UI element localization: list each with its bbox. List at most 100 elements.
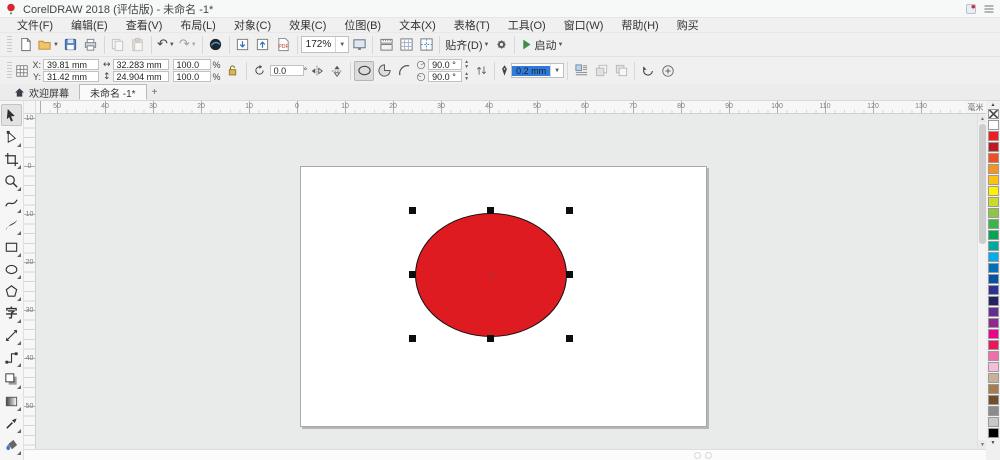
launch-button[interactable]: 启动 ▼ xyxy=(518,35,565,55)
menu-item[interactable]: 窗口(W) xyxy=(555,17,613,33)
drop-shadow-tool[interactable] xyxy=(1,368,22,390)
color-swatch[interactable] xyxy=(987,274,999,284)
rectangle-tool[interactable] xyxy=(1,236,22,258)
color-swatch[interactable] xyxy=(987,406,999,416)
export-button[interactable] xyxy=(253,35,273,55)
options-button[interactable] xyxy=(491,35,511,55)
snap-to-button[interactable]: 贴齐(D) ▼ xyxy=(443,35,491,55)
new-tab-button[interactable]: + xyxy=(147,84,163,100)
color-swatch[interactable] xyxy=(987,241,999,251)
arc-mode-button[interactable] xyxy=(394,61,414,81)
color-swatch[interactable] xyxy=(987,307,999,317)
menu-item[interactable]: 帮助(H) xyxy=(612,17,667,33)
lock-ratio-button[interactable] xyxy=(223,61,243,81)
scrollbar-thumb[interactable] xyxy=(979,124,986,244)
convert-to-curves-button[interactable] xyxy=(638,61,658,81)
toolbar-grip[interactable] xyxy=(7,35,12,54)
to-front-button[interactable] xyxy=(591,61,611,81)
menu-item[interactable]: 查看(V) xyxy=(117,17,172,33)
color-swatch[interactable] xyxy=(987,153,999,163)
drawing-canvas[interactable]: × xyxy=(36,114,977,449)
titlebar-badge-icon[interactable] xyxy=(965,3,977,15)
tab-welcome-screen[interactable]: 欢迎屏幕 xyxy=(4,84,79,100)
outline-width-combo[interactable]: 0.2 mm ▼ xyxy=(511,63,565,78)
freehand-tool[interactable] xyxy=(1,192,22,214)
menu-item[interactable]: 效果(C) xyxy=(280,17,335,33)
undo-dropdown-caret[interactable]: ▼ xyxy=(169,42,175,48)
new-document-button[interactable] xyxy=(15,35,35,55)
end-angle-spinner[interactable]: ▲ ▼ xyxy=(464,71,469,82)
width-field[interactable]: 32.283 mm xyxy=(112,59,169,70)
color-swatch[interactable] xyxy=(987,252,999,262)
import-button[interactable] xyxy=(233,35,253,55)
pick-tool[interactable] xyxy=(1,104,22,126)
transparency-tool[interactable] xyxy=(1,390,22,412)
to-back-button[interactable] xyxy=(611,61,631,81)
y-position-field[interactable]: 31.42 mm xyxy=(43,71,99,82)
show-grid-button[interactable] xyxy=(396,35,416,55)
vertical-ruler[interactable]: 10 0 10 20 30 40 50 xyxy=(24,114,36,449)
outline-width-caret[interactable]: ▼ xyxy=(550,64,563,77)
object-center-marker[interactable]: × xyxy=(487,271,496,280)
zoom-dropdown-caret[interactable]: ▼ xyxy=(335,37,348,52)
horizontal-ruler[interactable]: 50 40 30 20 10 0 10 20 30 40 50 60 70 80 90 100 110 120 13… xyxy=(36,101,965,114)
selection-handle-ne[interactable] xyxy=(566,207,573,214)
color-swatch[interactable] xyxy=(987,351,999,361)
crop-tool[interactable] xyxy=(1,148,22,170)
mirror-horizontal-button[interactable] xyxy=(307,61,327,81)
color-swatch[interactable] xyxy=(987,384,999,394)
ellipse-mode-button[interactable] xyxy=(354,60,375,81)
search-content-button[interactable] xyxy=(206,35,226,55)
palette-scroll-up[interactable]: ▲ xyxy=(991,101,996,109)
copy-button[interactable] xyxy=(108,35,128,55)
ellipse-tool[interactable] xyxy=(1,258,22,280)
change-direction-button[interactable] xyxy=(471,61,491,81)
color-eyedropper-tool[interactable] xyxy=(1,412,22,434)
color-swatch[interactable] xyxy=(987,263,999,273)
interactive-fill-tool[interactable] xyxy=(1,434,22,456)
color-swatch[interactable] xyxy=(987,417,999,427)
paste-button[interactable] xyxy=(128,35,148,55)
color-swatch[interactable] xyxy=(987,175,999,185)
fullscreen-preview-button[interactable] xyxy=(349,35,369,55)
save-button[interactable] xyxy=(61,35,81,55)
color-swatch[interactable] xyxy=(987,120,999,130)
color-swatch[interactable] xyxy=(987,373,999,383)
no-fill-swatch[interactable] xyxy=(987,109,999,119)
color-swatch[interactable] xyxy=(987,186,999,196)
menu-item[interactable]: 编辑(E) xyxy=(62,17,117,33)
show-rulers-button[interactable] xyxy=(376,35,396,55)
menu-item[interactable]: 表格(T) xyxy=(445,17,499,33)
selection-handle-sw[interactable] xyxy=(409,335,416,342)
selection-handle-e[interactable] xyxy=(566,271,573,278)
x-position-field[interactable]: 39.81 mm xyxy=(43,59,99,70)
menu-item[interactable]: 文件(F) xyxy=(8,17,62,33)
rotation-field[interactable]: 0.0 xyxy=(269,65,304,76)
text-tool[interactable]: 字 xyxy=(1,302,22,324)
color-swatch[interactable] xyxy=(987,131,999,141)
tab-document[interactable]: 未命名 -1* xyxy=(79,84,147,100)
height-field[interactable]: 24.904 mm xyxy=(112,71,169,82)
menu-item[interactable]: 位图(B) xyxy=(335,17,390,33)
color-swatch[interactable] xyxy=(987,230,999,240)
start-angle-spinner[interactable]: ▲ ▼ xyxy=(464,59,469,70)
zoom-tool[interactable] xyxy=(1,170,22,192)
pie-mode-button[interactable] xyxy=(374,61,394,81)
color-swatch[interactable] xyxy=(987,395,999,405)
menu-item[interactable]: 文本(X) xyxy=(390,17,445,33)
polygon-tool[interactable] xyxy=(1,280,22,302)
color-swatch[interactable] xyxy=(987,208,999,218)
show-guidelines-button[interactable] xyxy=(416,35,436,55)
selection-handle-n[interactable] xyxy=(487,207,494,214)
titlebar-menu-icon[interactable] xyxy=(983,3,995,15)
color-swatch[interactable] xyxy=(987,318,999,328)
scale-h-field[interactable]: 100.0 xyxy=(172,59,211,70)
vertical-scrollbar[interactable]: ▲ ▼ xyxy=(977,114,987,449)
start-angle-field[interactable]: 90.0 ° xyxy=(428,59,463,70)
color-swatch[interactable] xyxy=(987,296,999,306)
palette-scroll-down[interactable]: ▼ xyxy=(991,439,996,447)
color-swatch[interactable] xyxy=(987,329,999,339)
connector-tool[interactable] xyxy=(1,346,22,368)
color-swatch[interactable] xyxy=(987,164,999,174)
color-swatch[interactable] xyxy=(987,285,999,295)
